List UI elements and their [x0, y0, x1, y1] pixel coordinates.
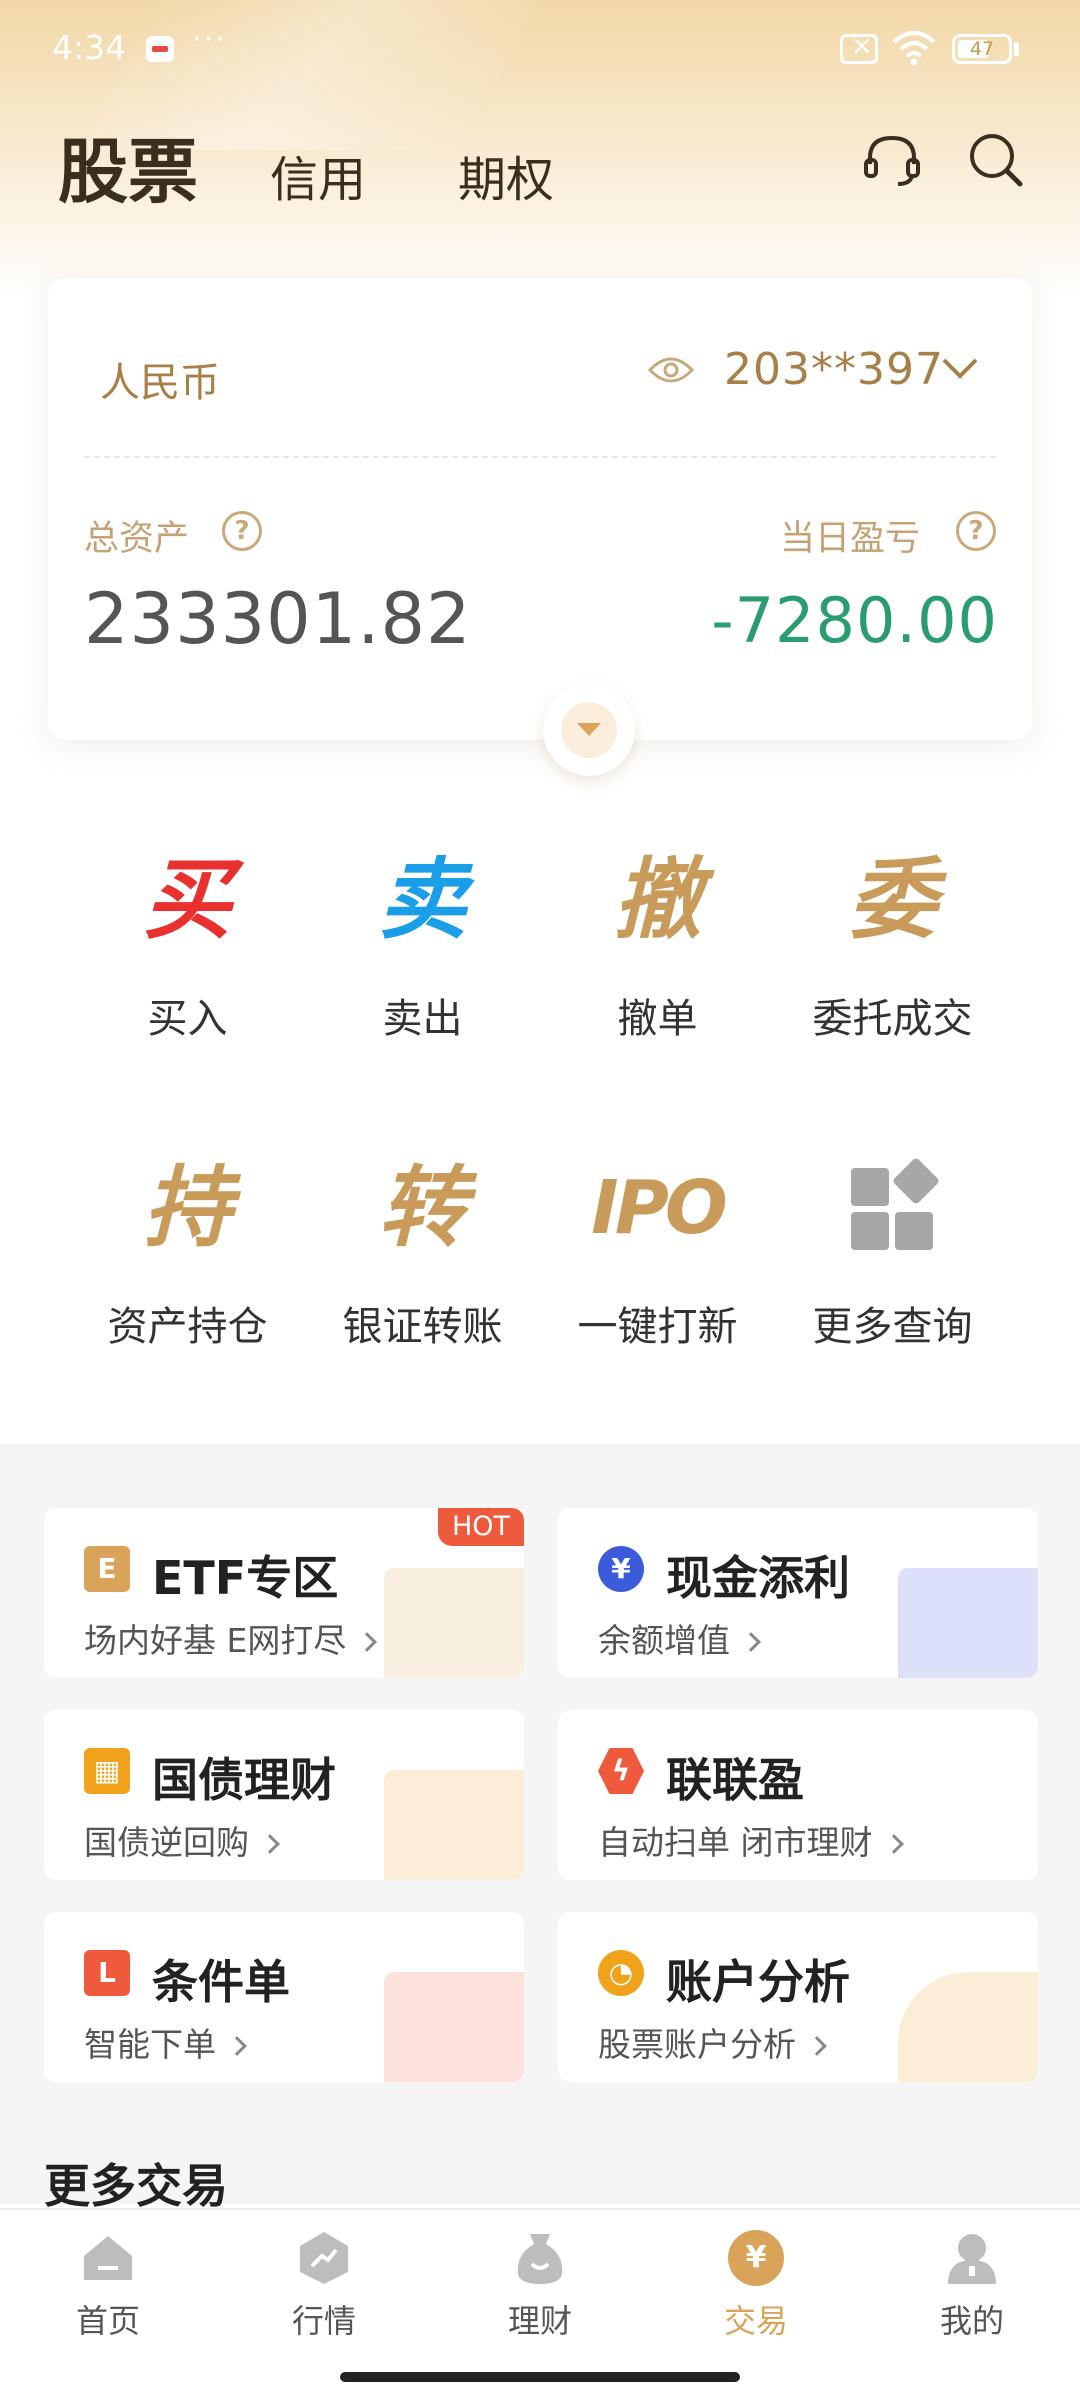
- sell-button[interactable]: 卖 卖出: [305, 850, 540, 1050]
- daily-pnl-label: 当日盈亏: [780, 519, 921, 559]
- user-icon: [948, 2234, 996, 2284]
- etf-zone-subtitle: 场内好基 E网打尽: [84, 1614, 378, 1662]
- etf-zone-card[interactable]: E ETF专区 场内好基 E网打尽 HOT: [44, 1508, 524, 1678]
- cancel-order-label: 撤单: [617, 996, 698, 1042]
- transfer-icon: 转: [378, 1156, 467, 1259]
- pie-chart-icon: ◔: [598, 1950, 644, 1996]
- treasury-decoration: [384, 1770, 524, 1880]
- nav-market-label: 行情: [291, 2302, 356, 2340]
- cash-plus-card[interactable]: ¥ 现金添利 余额增值: [558, 1508, 1038, 1678]
- cash-plus-subtitle: 余额增值: [598, 1614, 761, 1662]
- ipo-subscribe-label: 一键打新: [577, 1304, 738, 1350]
- conditional-order-card[interactable]: L 条件单 智能下单: [44, 1912, 524, 2082]
- nav-me[interactable]: 我的: [892, 2230, 1052, 2340]
- daily-pnl-value: -7280.00: [711, 584, 998, 657]
- battery-icon: 47: [952, 34, 1012, 64]
- treasury-subtitle: 国债逆回购: [84, 1816, 280, 1864]
- analysis-decoration: [898, 1972, 1038, 2082]
- search-icon[interactable]: [964, 128, 1028, 192]
- treasury-card[interactable]: ▦ 国债理财 国债逆回购: [44, 1710, 524, 1880]
- nav-wealth-label: 理财: [507, 2302, 572, 2340]
- nav-wealth[interactable]: 理财: [460, 2230, 620, 2340]
- more-query-button[interactable]: 更多查询: [775, 1156, 1010, 1358]
- conditional-order-icon: L: [84, 1950, 130, 1996]
- ipo-icon: IPO: [591, 1165, 728, 1251]
- caret-down-icon: [561, 702, 617, 758]
- orders-trades-label: 委托成交: [812, 996, 973, 1042]
- account-analysis-card[interactable]: ◔ 账户分析 股票账户分析: [558, 1912, 1038, 2082]
- status-time: 4:34: [52, 28, 127, 67]
- nav-me-label: 我的: [939, 2302, 1004, 2340]
- cash-decoration: [898, 1568, 1038, 1678]
- card-divider: [84, 456, 996, 458]
- etf-icon: E: [84, 1546, 130, 1592]
- positions-label: 资产持仓: [107, 1304, 268, 1350]
- total-assets-value: 233301.82: [84, 578, 472, 660]
- bank-transfer-button[interactable]: 转 银证转账: [305, 1158, 540, 1358]
- battery-level: 47: [969, 38, 995, 60]
- conditional-decoration: [384, 1972, 524, 2082]
- status-bar: 4:34 ··· 47: [0, 0, 1080, 100]
- sell-label: 卖出: [382, 996, 463, 1042]
- notification-app-icon: [146, 36, 174, 62]
- nav-trade[interactable]: ¥ 交易: [676, 2230, 836, 2340]
- account-number[interactable]: 203**397: [724, 344, 944, 395]
- trade-icon: ¥: [728, 2230, 784, 2286]
- cancel-order-icon: 撤: [613, 848, 702, 951]
- treasury-title: 国债理财: [152, 1753, 336, 1807]
- bank-transfer-label: 银证转账: [342, 1304, 503, 1350]
- etf-decoration: [384, 1568, 524, 1678]
- customer-service-icon[interactable]: [860, 128, 924, 192]
- lianlianying-title: 联联盈: [666, 1753, 804, 1807]
- treasury-icon: ▦: [84, 1748, 130, 1794]
- etf-zone-title: ETF专区: [152, 1551, 339, 1605]
- help-icon[interactable]: ?: [222, 511, 262, 551]
- positions-button[interactable]: 持 资产持仓: [70, 1158, 305, 1358]
- orders-icon: 委: [848, 848, 937, 951]
- total-assets-label: 总资产: [84, 519, 190, 559]
- no-sim-icon: [840, 31, 878, 64]
- ipo-subscribe-button[interactable]: IPO 一键打新: [540, 1158, 775, 1358]
- sell-icon: 卖: [378, 848, 467, 951]
- cancel-order-button[interactable]: 撤 撤单: [540, 850, 775, 1050]
- buy-button[interactable]: 买 买入: [70, 850, 305, 1050]
- nav-trade-label: 交易: [723, 2302, 788, 2340]
- account-analysis-subtitle: 股票账户分析: [598, 2018, 827, 2066]
- buy-icon: 买: [143, 848, 232, 951]
- tab-option[interactable]: 期权: [458, 140, 554, 210]
- eye-icon[interactable]: [648, 352, 694, 388]
- home-indicator[interactable]: [340, 2372, 740, 2382]
- more-trade-heading: 更多交易: [44, 2159, 228, 2213]
- grid-icon: [843, 1156, 943, 1258]
- account-analysis-title: 账户分析: [666, 1955, 850, 2009]
- more-notifications-icon: ···: [192, 22, 227, 57]
- nav-home[interactable]: 首页: [28, 2230, 188, 2340]
- help-icon[interactable]: ?: [956, 511, 996, 551]
- nav-home-label: 首页: [75, 2302, 140, 2340]
- lianlianying-subtitle: 自动扫单 闭市理财: [598, 1816, 904, 1864]
- market-icon: [300, 2232, 348, 2284]
- orders-trades-button[interactable]: 委 委托成交: [775, 850, 1010, 1050]
- account-card: 人民币 203**397 总资产 ? 当日盈亏 ? 233301.82 -728…: [48, 278, 1032, 776]
- bolt-icon: ϟ: [598, 1748, 644, 1794]
- chevron-down-icon[interactable]: [940, 354, 980, 382]
- conditional-order-title: 条件单: [152, 1955, 290, 2009]
- tab-credit[interactable]: 信用: [270, 140, 366, 210]
- home-icon: [84, 2236, 132, 2280]
- lianlianying-card[interactable]: ϟ 联联盈 自动扫单 闭市理财: [558, 1710, 1038, 1880]
- expand-button[interactable]: [543, 684, 635, 776]
- more-query-label: 更多查询: [812, 1304, 973, 1350]
- hot-badge: HOT: [438, 1508, 524, 1546]
- cash-icon: ¥: [598, 1546, 644, 1592]
- conditional-order-subtitle: 智能下单: [84, 2018, 247, 2066]
- money-bag-icon: [517, 2234, 563, 2284]
- cash-plus-title: 现金添利: [666, 1551, 850, 1605]
- currency-label: 人民币: [100, 360, 220, 406]
- tab-stock[interactable]: 股票: [58, 116, 198, 217]
- wifi-icon: [892, 31, 936, 66]
- nav-market[interactable]: 行情: [244, 2230, 404, 2340]
- buy-label: 买入: [147, 996, 228, 1042]
- positions-icon: 持: [143, 1156, 232, 1259]
